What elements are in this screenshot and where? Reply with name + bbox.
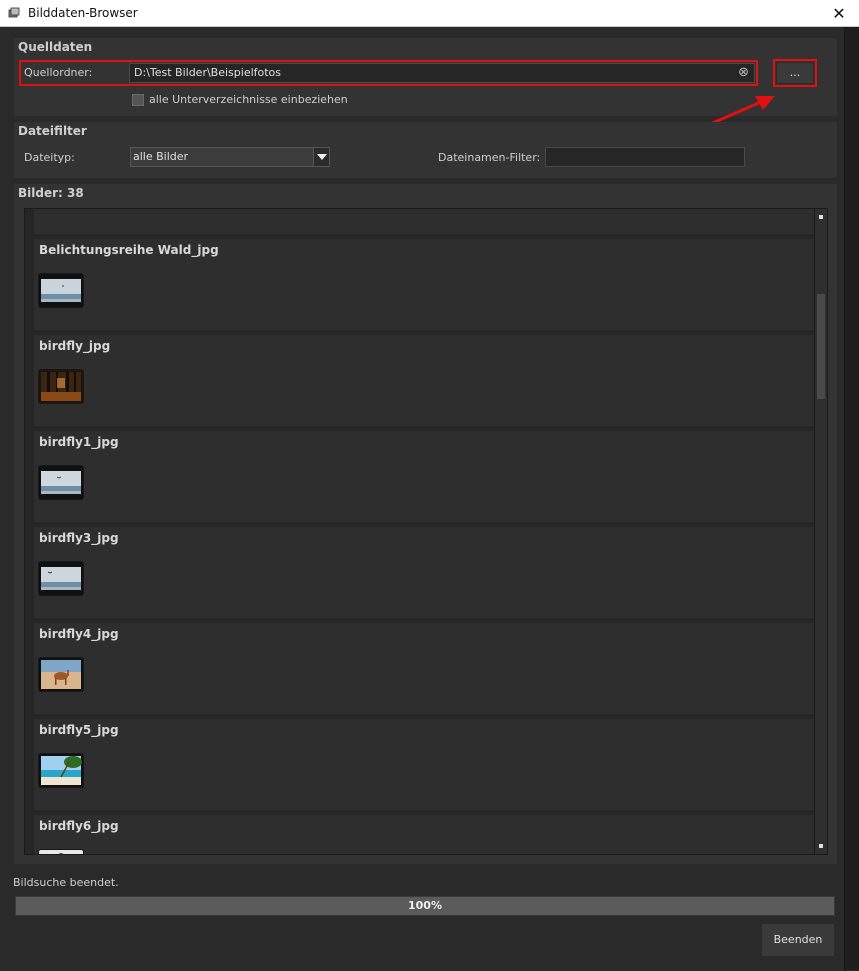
image-thumbnail[interactable] xyxy=(39,274,83,307)
list-item[interactable]: Belichtungsreihe Wald_jpg xyxy=(34,239,815,330)
file-type-value: alle Bilder xyxy=(133,150,189,163)
source-section-title: Quelldaten xyxy=(18,40,93,54)
list-item[interactable]: birdfly1_jpg xyxy=(34,431,815,522)
browse-button[interactable]: ... xyxy=(776,62,814,84)
status-text: Bildsuche beendet. xyxy=(13,876,119,889)
chevron-down-icon[interactable] xyxy=(313,148,329,166)
scroll-up-button[interactable] xyxy=(816,211,826,223)
file-type-label: Dateityp: xyxy=(24,151,75,164)
list-item[interactable] xyxy=(34,209,815,234)
image-name: birdfly5_jpg xyxy=(39,723,119,737)
name-filter-label: Dateinamen-Filter: xyxy=(438,151,541,164)
close-button-label: Beenden xyxy=(773,933,823,946)
image-list-scrollbar[interactable] xyxy=(814,209,827,854)
list-item[interactable]: birdfly_jpg xyxy=(34,335,815,426)
scrollbar-thumb[interactable] xyxy=(817,294,825,399)
browse-button-label: ... xyxy=(789,66,801,79)
list-item[interactable]: birdfly3_jpg xyxy=(34,527,815,618)
window-edge xyxy=(844,27,859,970)
subdirs-label: alle Unterverzeichnisse einbeziehen xyxy=(149,93,348,106)
image-thumbnail[interactable] xyxy=(39,850,83,854)
image-name: Belichtungsreihe Wald_jpg xyxy=(39,243,219,257)
image-name: birdfly3_jpg xyxy=(39,531,119,545)
filter-section-title: Dateifilter xyxy=(18,124,87,138)
progress-label: 100% xyxy=(408,899,442,912)
image-name: birdfly6_jpg xyxy=(39,819,119,833)
source-folder-input[interactable]: D:\Test Bilder\Beispielfotos ⊗ xyxy=(129,63,755,83)
image-thumbnail[interactable] xyxy=(39,370,83,403)
image-list-content: Belichtungsreihe Wald_jpg birdfly_jpg bi… xyxy=(34,209,815,854)
image-thumbnail[interactable] xyxy=(39,466,83,499)
progress-bar: 100% xyxy=(15,896,835,916)
images-count: Bilder: 38 xyxy=(18,186,84,200)
image-name: birdfly1_jpg xyxy=(39,435,119,449)
list-item[interactable]: birdfly6_jpg xyxy=(34,815,815,854)
image-thumbnail[interactable] xyxy=(39,754,83,787)
window-title: Bilddaten-Browser xyxy=(28,6,138,20)
close-window-button[interactable]: ✕ xyxy=(819,0,859,27)
image-name: birdfly4_jpg xyxy=(39,627,119,641)
app-icon xyxy=(8,7,20,18)
image-list[interactable]: Belichtungsreihe Wald_jpg birdfly_jpg bi… xyxy=(24,208,828,855)
source-folder-label: Quellordner: xyxy=(24,66,93,79)
file-type-select[interactable]: alle Bilder xyxy=(130,147,330,167)
title-bar: Bilddaten-Browser ✕ xyxy=(0,0,859,27)
name-filter-input[interactable] xyxy=(545,147,745,167)
image-thumbnail[interactable] xyxy=(39,658,83,691)
list-item[interactable]: birdfly5_jpg xyxy=(34,719,815,810)
subdirs-checkbox[interactable] xyxy=(132,94,144,106)
image-thumbnail[interactable] xyxy=(39,562,83,595)
list-item[interactable]: birdfly4_jpg xyxy=(34,623,815,714)
close-icon: ✕ xyxy=(832,4,846,23)
close-button[interactable]: Beenden xyxy=(761,923,835,957)
image-name: birdfly_jpg xyxy=(39,339,111,353)
clear-icon[interactable]: ⊗ xyxy=(738,64,749,82)
source-folder-value: D:\Test Bilder\Beispielfotos xyxy=(134,66,282,79)
scroll-down-button[interactable] xyxy=(816,840,826,852)
